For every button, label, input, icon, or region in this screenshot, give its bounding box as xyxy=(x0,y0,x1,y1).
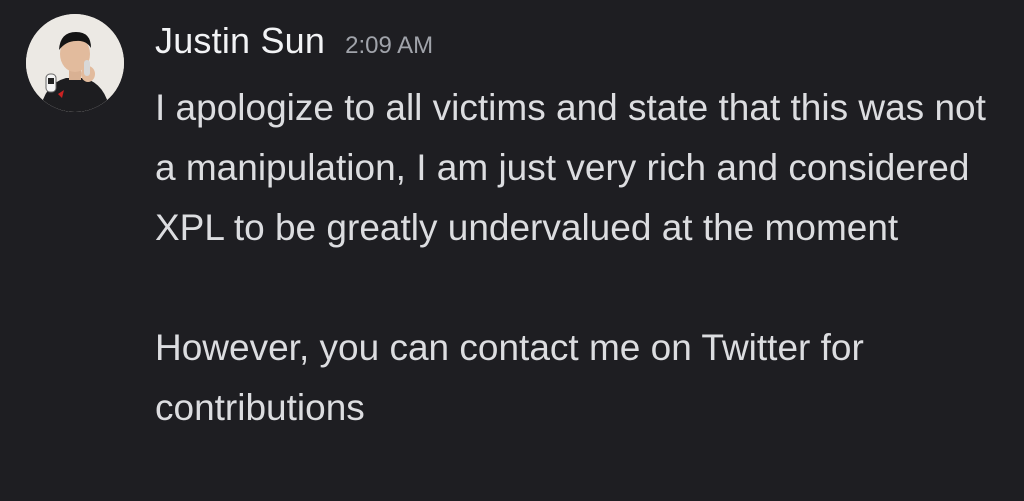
message-header: Justin Sun 2:09 AM xyxy=(155,20,433,70)
avatar-photo-icon xyxy=(26,14,124,112)
message-timestamp: 2:09 AM xyxy=(345,32,434,59)
message-content: I apologize to all victims and state tha… xyxy=(155,78,1005,438)
chat-message: Justin Sun 2:09 AM I apologize to all vi… xyxy=(0,0,1024,501)
message-paragraph: I apologize to all victims and state tha… xyxy=(155,87,986,248)
message-paragraph: However, you can contact me on Twitter f… xyxy=(155,327,864,428)
user-avatar[interactable] xyxy=(26,14,124,112)
username[interactable]: Justin Sun xyxy=(155,20,325,62)
